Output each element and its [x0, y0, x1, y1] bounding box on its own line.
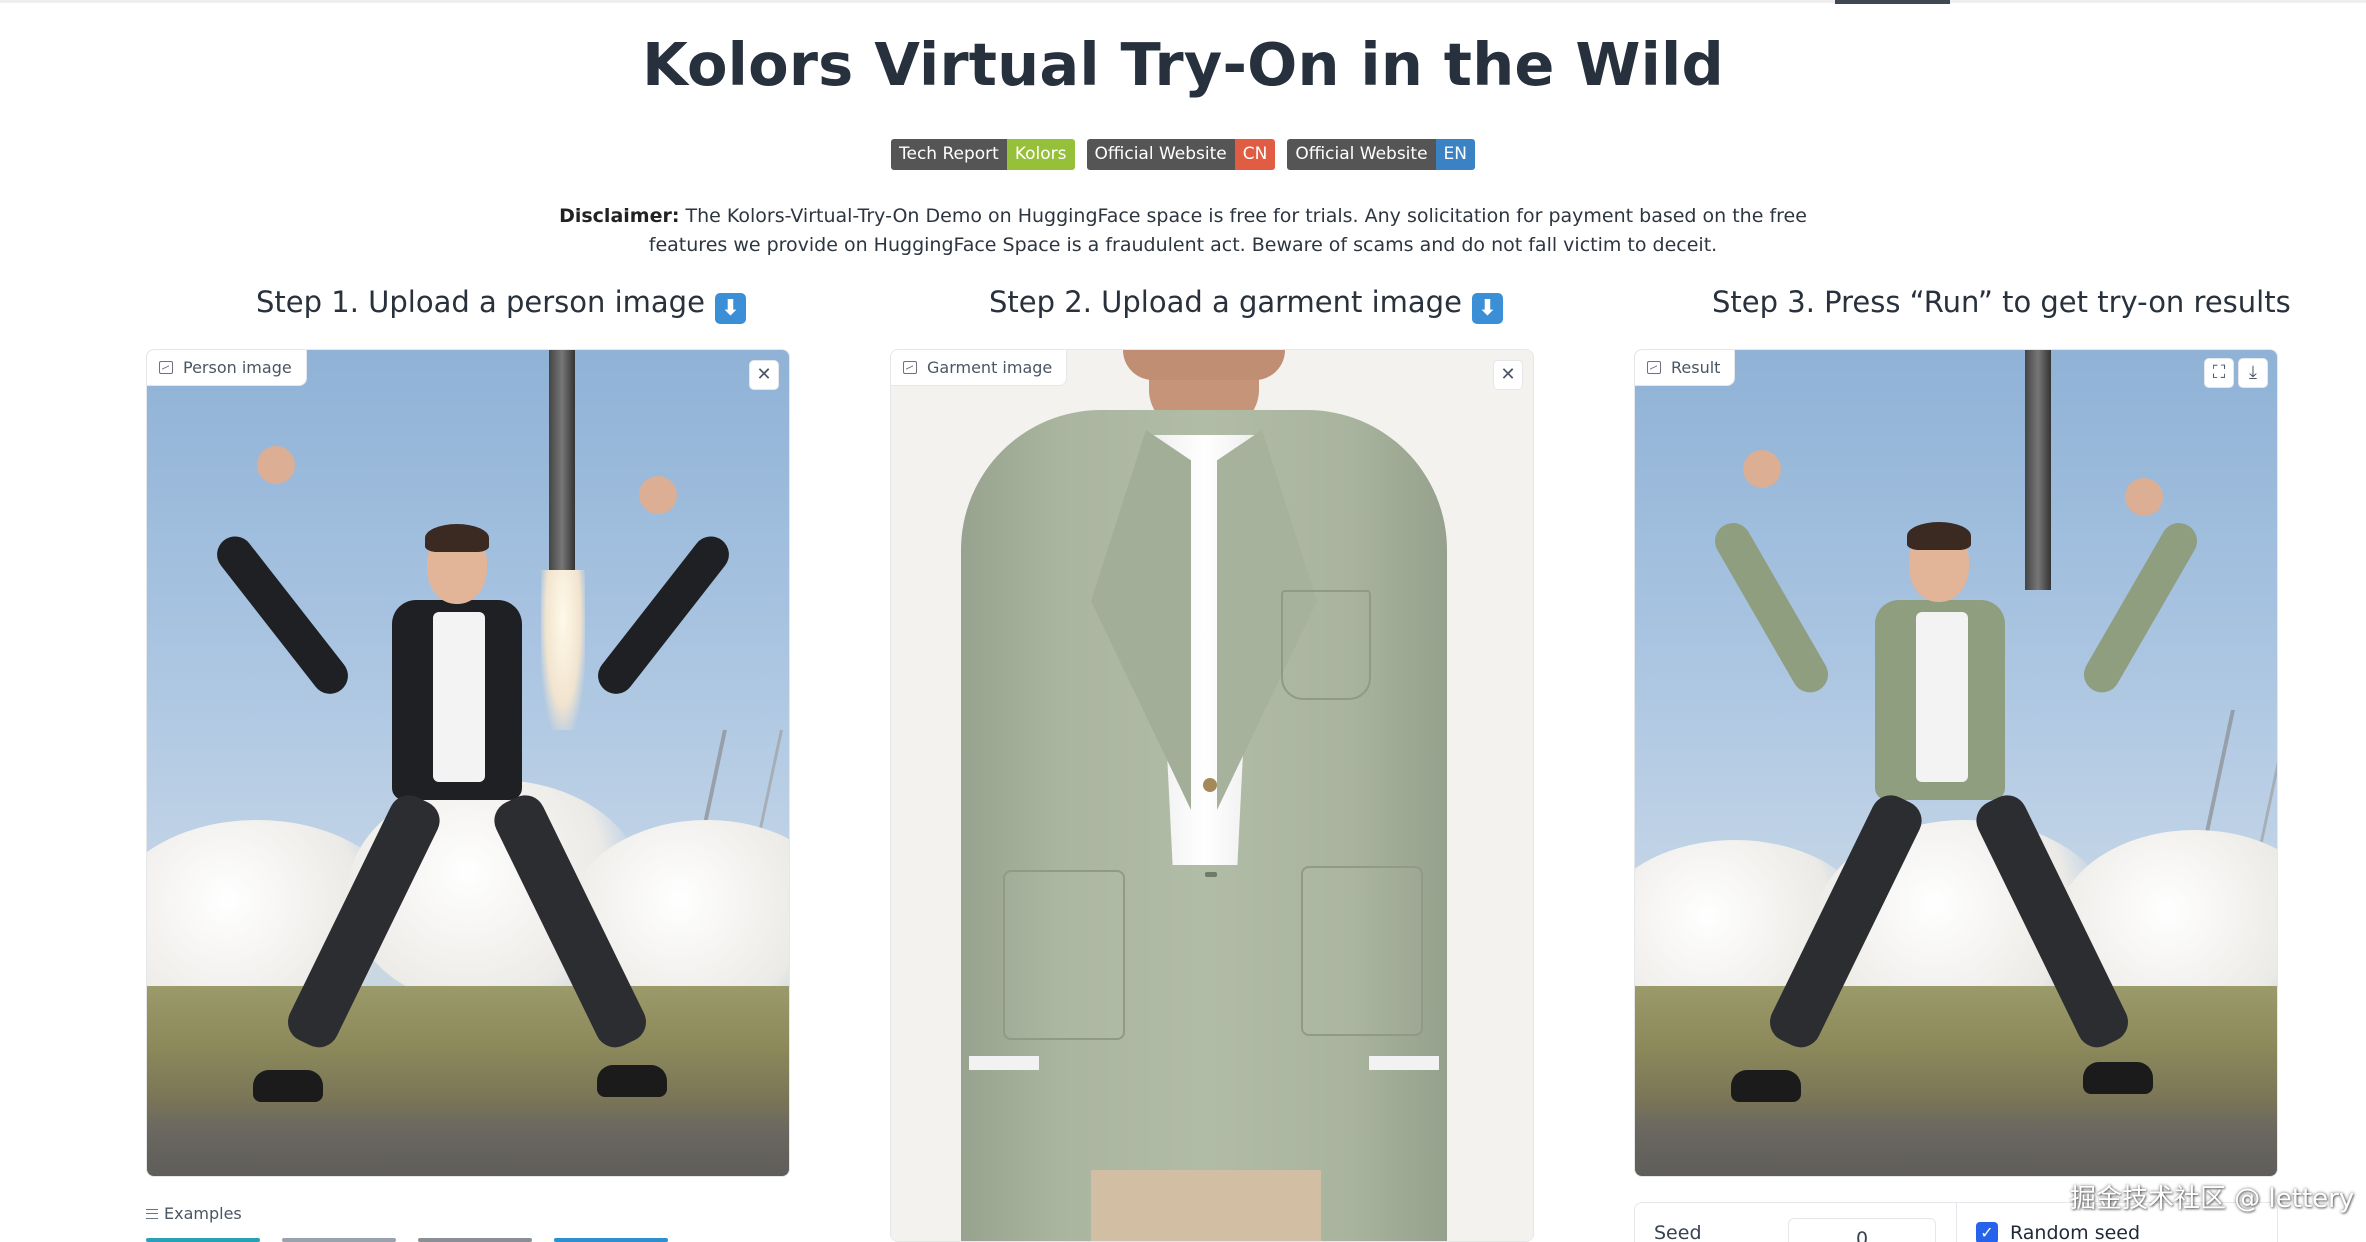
badge-left-text: Official Website	[1287, 139, 1436, 170]
watermark: 掘金技术社区 @ lettery	[2070, 1184, 2355, 1214]
download-icon[interactable]: ⤓	[2238, 358, 2268, 388]
examples-header[interactable]: Examples	[146, 1204, 242, 1223]
close-icon[interactable]: ✕	[1493, 360, 1523, 390]
garment-photo	[891, 350, 1533, 1241]
disclaimer-text: The Kolors-Virtual-Try-On Demo on Huggin…	[648, 205, 1807, 256]
person-photo	[147, 350, 789, 1176]
badge-row: Tech Report Kolors Official Website CN O…	[0, 139, 2366, 170]
result-label-text: Result	[1671, 357, 1721, 377]
example-thumb[interactable]	[282, 1238, 396, 1242]
random-seed-label: Random seed	[2010, 1222, 2141, 1242]
seed-label: Seed	[1654, 1222, 1702, 1242]
garment-image-panel[interactable]: Garment image ✕	[890, 349, 1534, 1242]
top-strip	[0, 0, 2366, 3]
official-website-cn-badge[interactable]: Official Website CN	[1086, 139, 1276, 170]
active-tab-indicator	[1835, 0, 1950, 4]
garment-image-label-text: Garment image	[927, 357, 1053, 377]
step2-heading: Step 2. Upload a garment image ⬇	[989, 285, 1503, 324]
tech-report-badge[interactable]: Tech Report Kolors	[891, 139, 1075, 170]
official-website-en-badge[interactable]: Official Website EN	[1287, 139, 1475, 170]
person-image-label-text: Person image	[183, 357, 292, 377]
step1-text: Step 1. Upload a person image	[256, 285, 705, 319]
disclaimer-label: Disclaimer:	[559, 205, 680, 227]
badge-right-text: EN	[1435, 139, 1475, 170]
step3-text: Step 3. Press “Run” to get try-on result…	[1712, 285, 2291, 319]
page-title: Kolors Virtual Try-On in the Wild	[642, 30, 1724, 99]
badge-right-text: Kolors	[1006, 139, 1075, 170]
step2-text: Step 2. Upload a garment image	[989, 285, 1462, 319]
result-label: Result	[1635, 350, 1736, 386]
seed-input[interactable]: 0	[1788, 1218, 1936, 1242]
examples-label-text: Examples	[164, 1204, 242, 1223]
down-arrow-icon: ⬇	[714, 293, 746, 324]
badge-right-text: CN	[1234, 139, 1276, 170]
close-icon[interactable]: ✕	[749, 360, 779, 390]
person-image-panel[interactable]: Person image ✕	[146, 349, 790, 1177]
down-arrow-icon: ⬇	[1471, 293, 1503, 324]
result-panel[interactable]: Result ⛶ ⤓	[1634, 349, 2278, 1177]
example-thumb[interactable]	[418, 1238, 532, 1242]
result-photo	[1635, 350, 2277, 1176]
step1-heading: Step 1. Upload a person image ⬇	[256, 285, 746, 324]
disclaimer: Disclaimer: The Kolors-Virtual-Try-On De…	[540, 202, 1826, 260]
list-icon	[146, 1208, 158, 1219]
random-seed-checkbox[interactable]: ✓	[1976, 1222, 1998, 1242]
person-image-label: Person image	[147, 350, 307, 386]
example-thumb[interactable]	[146, 1238, 260, 1242]
garment-image-label: Garment image	[891, 350, 1068, 386]
example-thumb[interactable]	[554, 1238, 668, 1242]
badge-left-text: Tech Report	[891, 139, 1007, 170]
image-icon	[159, 361, 173, 374]
step3-heading: Step 3. Press “Run” to get try-on result…	[1712, 285, 2291, 319]
fullscreen-icon[interactable]: ⛶	[2204, 358, 2234, 388]
settings-divider	[1956, 1202, 1957, 1242]
image-icon	[1647, 361, 1661, 374]
badge-left-text: Official Website	[1086, 139, 1235, 170]
image-icon	[903, 361, 917, 374]
